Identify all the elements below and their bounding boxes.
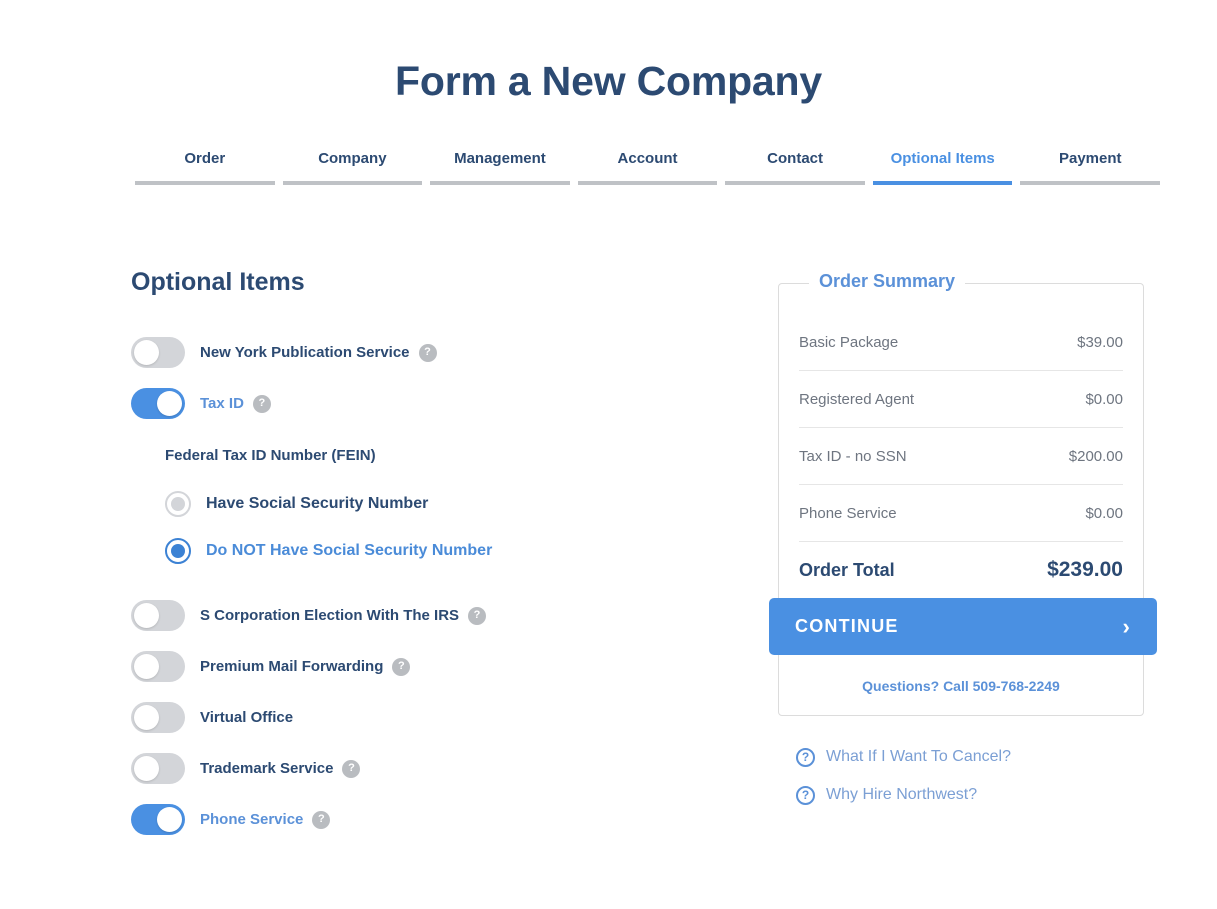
- option-row: S Corporation Election With The IRS?: [131, 590, 731, 641]
- option-row: Tax ID?: [131, 378, 731, 429]
- chevron-right-icon: ›: [1122, 613, 1131, 639]
- option-label: Tax ID: [200, 395, 244, 412]
- continue-button-label: CONTINUE: [795, 616, 899, 636]
- toggle-phone-service[interactable]: [131, 804, 185, 835]
- page-title: Form a New Company: [395, 58, 822, 104]
- optional-items-page: Form a New Company Order Company Managemen…: [0, 0, 1217, 909]
- toggle-s-corporation-election-with-the-irs[interactable]: [131, 600, 185, 631]
- option-row: Phone Service?: [131, 794, 731, 845]
- fein-radio-row[interactable]: Do NOT Have Social Security Number: [165, 527, 731, 574]
- toggle-new-york-publication-service[interactable]: [131, 337, 185, 368]
- summary-item-label: Registered Agent: [799, 390, 915, 408]
- tab-management[interactable]: Management: [430, 150, 570, 185]
- help-icon[interactable]: ?: [342, 759, 361, 778]
- summary-line-item: Basic Package $39.00: [799, 314, 1123, 371]
- tab-optional-items[interactable]: Optional Items: [872, 150, 1013, 185]
- step-tabs: Order Company Management Account Contact Opti…: [131, 150, 1164, 185]
- summary-line-item: Phone Service $0.00: [799, 485, 1123, 542]
- questions-phone-link[interactable]: Questions? Call 509-768-2249: [799, 655, 1123, 715]
- option-label: Trademark Service: [200, 760, 334, 777]
- options-list-top: New York Publication Service? Tax ID?: [131, 327, 731, 429]
- option-row: New York Publication Service?: [131, 327, 731, 378]
- fein-radio-group: Have Social Security Number Do NOT Have S…: [165, 480, 731, 574]
- option-label: Premium Mail Forwarding: [200, 658, 384, 675]
- summary-item-amount: $200.00: [1068, 447, 1123, 465]
- help-icon[interactable]: ?: [418, 343, 437, 362]
- radio-dot: [171, 496, 185, 511]
- toggle-trademark-service[interactable]: [131, 753, 185, 784]
- radio-dot: [171, 543, 185, 558]
- summary-item-amount: $0.00: [1085, 390, 1123, 408]
- summary-item-label: Basic Package: [799, 333, 899, 351]
- question-mark-icon: ?: [796, 747, 815, 767]
- continue-button[interactable]: CONTINUE ›: [769, 598, 1157, 655]
- order-summary-legend: Order Summary: [809, 271, 966, 292]
- toggle-knob: [134, 705, 159, 730]
- help-icon[interactable]: ?: [312, 810, 331, 829]
- section-title: Optional Items: [131, 268, 305, 296]
- options-list-bottom: S Corporation Election With The IRS? Prem…: [131, 590, 731, 845]
- option-row: Virtual Office: [131, 692, 731, 743]
- tab-account[interactable]: Account: [577, 150, 718, 185]
- radio-label: Do NOT Have Social Security Number: [206, 541, 493, 559]
- order-total-row: Order Total $239.00: [799, 542, 1123, 598]
- toggle-tax-id[interactable]: [131, 388, 185, 419]
- order-total-amount: $239.00: [1047, 558, 1123, 581]
- option-row: Premium Mail Forwarding?: [131, 641, 731, 692]
- tab-contact[interactable]: Contact: [725, 150, 865, 185]
- order-summary-box: Order Summary Basic Package $39.00 Registe…: [769, 271, 1157, 716]
- help-icon[interactable]: ?: [252, 394, 271, 413]
- fein-radio-row[interactable]: Have Social Security Number: [165, 480, 731, 527]
- footer-link-label: Why Hire Northwest?: [826, 786, 978, 803]
- toggle-premium-mail-forwarding[interactable]: [131, 651, 185, 682]
- footer-link-label: What If I Want To Cancel?: [826, 748, 1011, 765]
- toggle-knob: [134, 603, 159, 628]
- option-row: Trademark Service?: [131, 743, 731, 794]
- radio-label: Have Social Security Number: [206, 494, 429, 512]
- question-mark-icon: ?: [796, 785, 815, 805]
- option-label: Virtual Office: [200, 709, 294, 726]
- toggle-virtual-office[interactable]: [131, 702, 185, 733]
- footer-link[interactable]: ? Why Hire Northwest?: [796, 776, 1144, 814]
- summary-item-amount: $0.00: [1085, 504, 1123, 522]
- option-label: New York Publication Service: [200, 344, 410, 361]
- tab-payment[interactable]: Payment: [1020, 150, 1161, 185]
- optional-items-column: Optional Items New York Publication Serv…: [131, 268, 731, 845]
- help-icon[interactable]: ?: [392, 657, 411, 676]
- option-label: S Corporation Election With The IRS: [200, 607, 460, 624]
- order-summary-rows: Basic Package $39.00 Registered Agent $0.00…: [799, 284, 1123, 542]
- summary-line-item: Registered Agent $0.00: [799, 371, 1123, 428]
- toggle-knob: [134, 756, 159, 781]
- radio-no-ssn[interactable]: [165, 537, 191, 564]
- continue-button-slot: CONTINUE ›: [769, 598, 1157, 655]
- toggle-knob: [157, 391, 182, 416]
- summary-item-label: Tax ID - no SSN: [799, 447, 907, 465]
- option-label: Phone Service: [200, 811, 304, 828]
- footer-link[interactable]: ? What If I Want To Cancel?: [796, 738, 1144, 776]
- radio-have-ssn[interactable]: [165, 490, 191, 517]
- order-total-label: Order Total: [799, 559, 895, 580]
- footer-links: ? What If I Want To Cancel?? Why Hire Nort…: [778, 738, 1144, 814]
- tab-order[interactable]: Order: [135, 150, 275, 185]
- tab-company[interactable]: Company: [282, 150, 423, 185]
- help-icon[interactable]: ?: [468, 606, 487, 625]
- summary-line-item: Tax ID - no SSN $200.00: [799, 428, 1123, 485]
- toggle-knob: [134, 654, 159, 679]
- fein-block: Federal Tax ID Number (FEIN) Have Social…: [165, 447, 731, 574]
- summary-item-amount: $39.00: [1077, 333, 1123, 351]
- fein-title: Federal Tax ID Number (FEIN): [165, 447, 376, 464]
- summary-item-label: Phone Service: [799, 504, 897, 522]
- toggle-knob: [157, 807, 182, 832]
- toggle-knob: [134, 340, 159, 365]
- order-summary-column: Order Summary Basic Package $39.00 Registe…: [769, 271, 1157, 814]
